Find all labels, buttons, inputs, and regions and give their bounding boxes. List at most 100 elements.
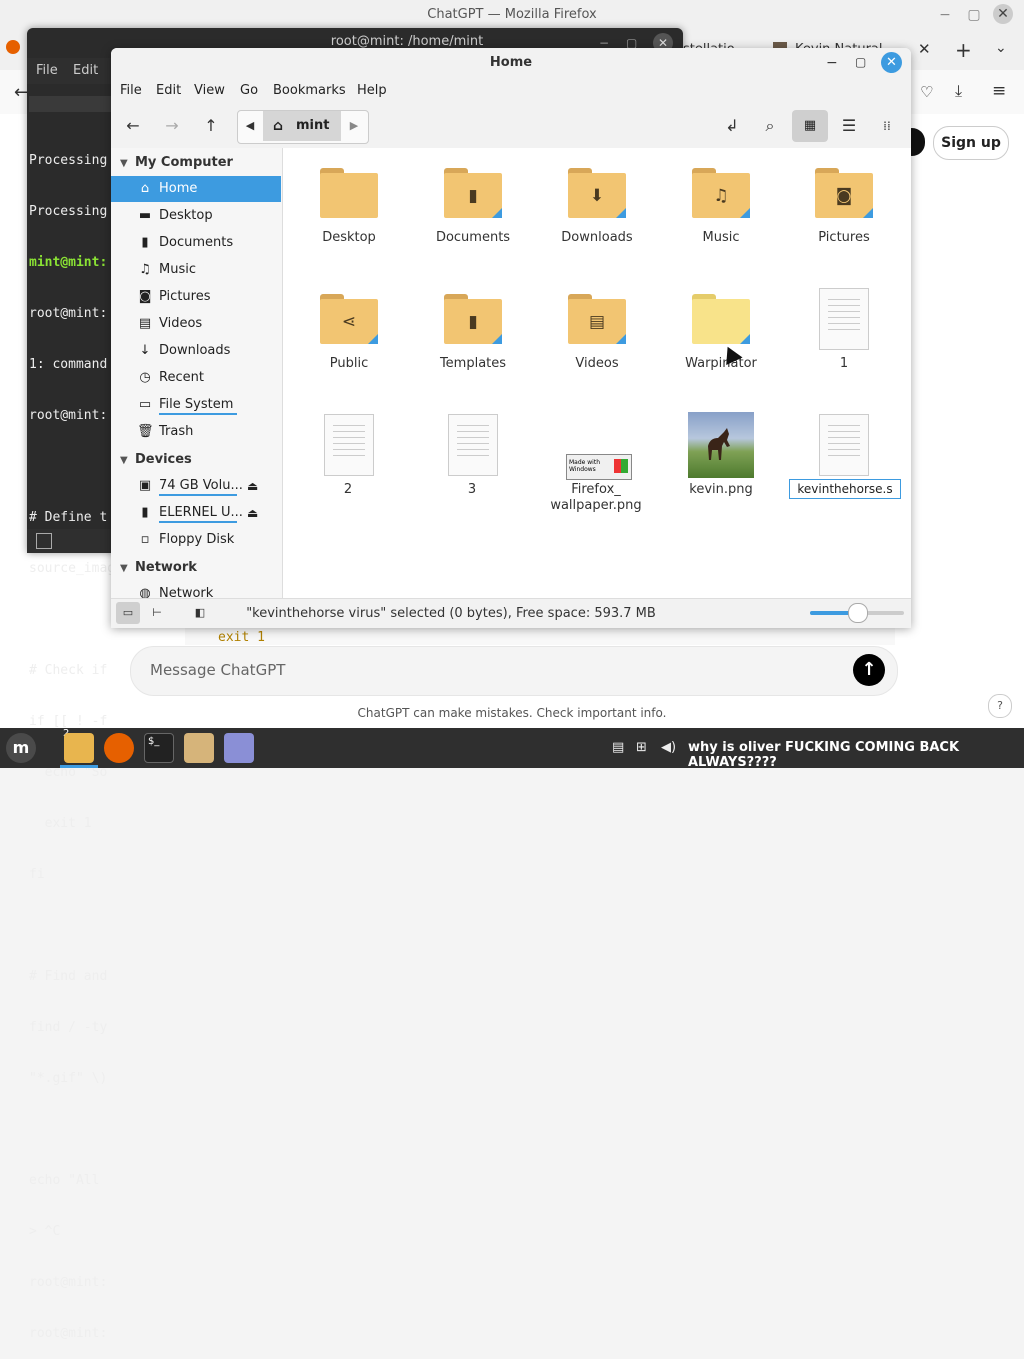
menu-go[interactable]: Go: [240, 83, 258, 98]
toggle-location-icon[interactable]: ↲: [717, 111, 747, 141]
file-item-documents[interactable]: ▮ Documents: [418, 168, 528, 248]
close-icon[interactable]: ✕: [993, 4, 1013, 24]
mint-menu-icon[interactable]: m: [6, 733, 36, 763]
file-item-downloads[interactable]: ⬇ Downloads: [542, 168, 652, 248]
menu-help[interactable]: Help: [357, 83, 387, 98]
sidebar-item-file-system[interactable]: ▭ File System: [111, 392, 281, 418]
archive-app-icon[interactable]: [184, 733, 214, 763]
home-icon: ⌂: [273, 118, 284, 134]
collapse-icon[interactable]: ▼: [120, 455, 128, 466]
menu-bookmarks[interactable]: Bookmarks: [273, 83, 346, 98]
volume-icon[interactable]: ◀): [661, 740, 676, 755]
file-item-3[interactable]: 3: [417, 414, 527, 500]
sidebar-heading-my-computer[interactable]: My Computer: [135, 155, 233, 170]
sidebar-item-documents[interactable]: ▮ Documents: [111, 230, 281, 256]
maximize-icon[interactable]: ▢: [963, 4, 985, 26]
sidebar-item-volume[interactable]: ▣ 74 GB Volu... ⏏: [111, 473, 281, 499]
path-scroll-right-icon[interactable]: ▶: [342, 111, 366, 141]
sidebar-item-floppy[interactable]: ▫ Floppy Disk: [111, 527, 281, 553]
icon-view-button[interactable]: ▦: [792, 110, 828, 142]
document-icon: [324, 414, 374, 476]
minimize-icon[interactable]: −: [934, 4, 956, 26]
file-label: Templates: [439, 356, 507, 371]
close-icon[interactable]: ✕: [881, 52, 902, 73]
text-editor-app-icon[interactable]: [224, 733, 254, 763]
sidebar-item-music[interactable]: ♫ Music: [111, 257, 281, 283]
collapse-icon[interactable]: ▼: [120, 158, 128, 169]
sidebar-item-trash[interactable]: 🗑 Trash: [111, 419, 281, 445]
trash-icon: 🗑: [137, 424, 154, 439]
sidebar-heading-network[interactable]: Network: [135, 560, 197, 575]
list-view-icon[interactable]: ☰: [834, 111, 864, 141]
sidebar-item-network[interactable]: ◍ Network: [111, 581, 281, 598]
terminal-menu-file[interactable]: File: [36, 63, 58, 78]
terminal-sidebar-toggle-icon[interactable]: [36, 533, 52, 549]
file-item-pictures[interactable]: ◙ Pictures: [789, 168, 899, 248]
usage-bar: [159, 494, 237, 496]
file-item-videos[interactable]: ▤ Videos: [542, 294, 652, 374]
compact-view-icon[interactable]: ⁞⁞: [872, 111, 902, 141]
minimize-icon[interactable]: −: [826, 55, 838, 71]
file-item-kevinthehorse[interactable]: [789, 414, 899, 480]
sidebar-item-home[interactable]: ⌂ Home: [111, 176, 281, 202]
firefox-title: ChatGPT — Mozilla Firefox: [427, 7, 597, 22]
terminal-line: Processing: [29, 204, 108, 219]
menu-edit[interactable]: Edit: [156, 83, 181, 98]
menu-icon[interactable]: ≡: [992, 81, 1006, 101]
back-icon[interactable]: ←: [118, 111, 148, 141]
path-scroll-left-icon[interactable]: ◀: [238, 111, 262, 141]
sidebar-item-usb[interactable]: ▮ ELERNEL U... ⏏: [111, 500, 281, 526]
help-button[interactable]: ?: [988, 694, 1012, 718]
folder-documents-icon: ▮: [444, 168, 502, 218]
sidebar-item-videos[interactable]: ▤ Videos: [111, 311, 281, 337]
rename-field[interactable]: kevinthehorse.s: [789, 479, 901, 499]
forward-icon[interactable]: →: [157, 111, 187, 141]
sidebar-item-pictures[interactable]: ◙ Pictures: [111, 284, 281, 310]
menu-file[interactable]: File: [120, 83, 142, 98]
file-item-desktop[interactable]: Desktop: [294, 168, 404, 248]
network-icon[interactable]: ⊞: [636, 740, 647, 755]
folder-downloads-icon: ⬇: [568, 168, 626, 218]
file-item-music[interactable]: ♫ Music: [666, 168, 776, 248]
tab-close-icon[interactable]: ✕: [918, 40, 931, 58]
message-input[interactable]: Message ChatGPT: [150, 661, 285, 679]
pocket-icon[interactable]: ♡: [920, 83, 933, 101]
terminal-app-icon[interactable]: $_: [144, 733, 174, 763]
maximize-icon[interactable]: ▢: [855, 55, 866, 69]
file-item-warpinator[interactable]: Warpinator: [666, 294, 776, 374]
eject-icon[interactable]: ⏏: [247, 500, 258, 526]
terminal-line: root@mint:: [29, 1326, 108, 1341]
send-button[interactable]: ↑: [853, 654, 885, 686]
firefox-app-icon[interactable]: [104, 733, 134, 763]
tab-list-icon[interactable]: ⌄: [995, 40, 1007, 56]
sidebar-item-desktop[interactable]: ▬ Desktop: [111, 203, 281, 229]
collapse-icon[interactable]: ▼: [120, 563, 128, 574]
file-label: 2: [343, 482, 353, 497]
sidebar-item-downloads[interactable]: ↓ Downloads: [111, 338, 281, 364]
file-manager-menubar: [111, 78, 911, 104]
file-item-2[interactable]: 2: [293, 414, 403, 500]
sidebar-heading-devices[interactable]: Devices: [135, 452, 192, 467]
file-item-1[interactable]: 1: [789, 288, 899, 374]
clipboard-icon[interactable]: ▤: [612, 740, 624, 755]
eject-icon[interactable]: ⏏: [247, 473, 258, 499]
terminal-line: source_imag: [29, 561, 111, 576]
files-app-icon[interactable]: [64, 733, 94, 763]
file-item-public[interactable]: ⋖ Public: [294, 294, 404, 374]
sidebar-item-recent[interactable]: ◷ Recent: [111, 365, 281, 391]
sidebar-item-label: Trash: [159, 424, 194, 439]
terminal-menu-edit[interactable]: Edit: [73, 63, 98, 78]
new-tab-icon[interactable]: +: [955, 38, 972, 62]
signup-button[interactable]: Sign up: [933, 126, 1009, 160]
up-icon[interactable]: ↑: [196, 111, 226, 141]
path-button-mint[interactable]: ⌂ mint: [263, 111, 341, 141]
file-item-templates[interactable]: ▮ Templates: [418, 294, 528, 374]
search-icon[interactable]: ⌕: [755, 111, 785, 141]
zoom-slider-handle[interactable]: [848, 603, 868, 623]
document-icon: [819, 288, 869, 350]
documents-icon: ▮: [141, 235, 149, 250]
menu-view[interactable]: View: [194, 83, 225, 98]
downloads-icon[interactable]: ⤓: [955, 81, 962, 101]
